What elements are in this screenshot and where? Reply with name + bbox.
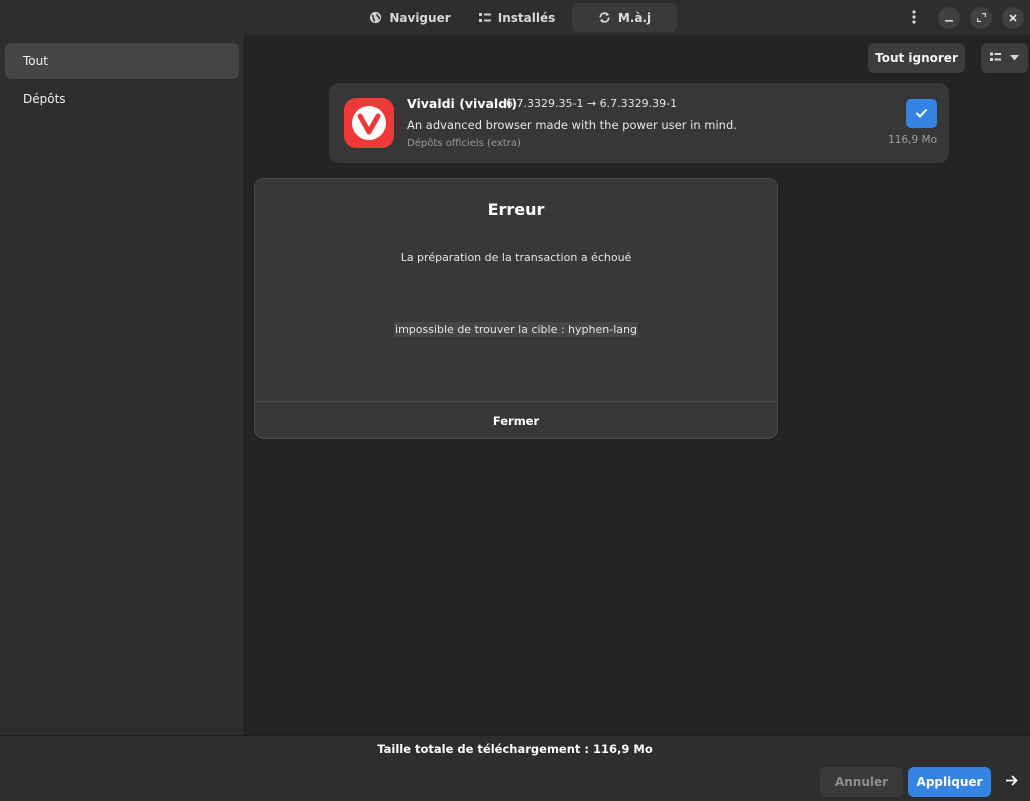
sidebar-item-label: Tout [23, 54, 48, 68]
dialog-detail-wrap: impossible de trouver la cible : hyphen-… [255, 322, 777, 337]
header-bar: Naviguer Installés M.à.j [0, 0, 1030, 35]
vivaldi-icon [344, 98, 394, 148]
arrow-right-icon [1006, 775, 1018, 789]
checkmark-icon [916, 107, 927, 121]
app-name: Vivaldi (vivaldi) [407, 96, 518, 111]
tab-updates[interactable]: M.à.j [572, 3, 677, 32]
sidebar-item-all[interactable]: Tout [5, 43, 239, 79]
error-dialog: Erreur La préparation de la transaction … [254, 178, 778, 439]
menu-button[interactable] [903, 7, 925, 29]
list-icon [478, 12, 491, 24]
sidebar-item-label: Dépôts [23, 92, 66, 106]
app-size: 116,9 Mo [888, 134, 937, 146]
tab-updates-label: M.à.j [617, 10, 652, 25]
app-repository: Dépôts officiels (extra) [407, 138, 521, 149]
restore-icon [976, 11, 986, 25]
tab-browse[interactable]: Naviguer [362, 3, 458, 32]
tab-installed[interactable]: Installés [470, 3, 564, 32]
dialog-close-button[interactable]: Fermer [255, 402, 777, 439]
update-card: Vivaldi (vivaldi) 6.7.3329.35-1 → 6.7.33… [329, 83, 949, 163]
view-list-icon [990, 51, 1001, 65]
menu-dots-icon [912, 9, 916, 27]
restore-button[interactable] [970, 7, 992, 29]
next-button[interactable] [1003, 773, 1021, 791]
close-icon [1009, 11, 1017, 25]
chevron-down-icon [1010, 55, 1019, 61]
minimize-button[interactable] [938, 7, 960, 29]
apply-button[interactable]: Appliquer [908, 767, 991, 797]
ignore-all-button[interactable]: Tout ignorer [868, 43, 965, 73]
total-download-size: Taille totale de téléchargement : 116,9 … [377, 742, 653, 756]
dialog-message: La préparation de la transaction a échou… [400, 251, 632, 264]
sidebar: Tout Dépôts [0, 35, 245, 735]
dialog-detail[interactable]: impossible de trouver la cible : hyphen-… [394, 322, 638, 337]
footer-bar: Taille totale de téléchargement : 116,9 … [0, 735, 1030, 801]
minimize-icon [945, 11, 953, 25]
dialog-title: Erreur [487, 200, 545, 219]
close-window-button[interactable] [1002, 7, 1024, 29]
app-description: An advanced browser made with the power … [407, 118, 737, 132]
globe-icon [369, 11, 382, 24]
cancel-button[interactable]: Annuler [820, 767, 903, 797]
tab-installed-label: Installés [497, 10, 556, 25]
app-version: 6.7.3329.35-1 → 6.7.3329.39-1 [506, 97, 678, 110]
refresh-icon [598, 11, 611, 24]
sidebar-item-repositories[interactable]: Dépôts [5, 81, 239, 117]
tab-browse-label: Naviguer [389, 10, 451, 25]
select-update-checkbox[interactable] [906, 99, 937, 128]
view-mode-button[interactable] [981, 43, 1028, 73]
